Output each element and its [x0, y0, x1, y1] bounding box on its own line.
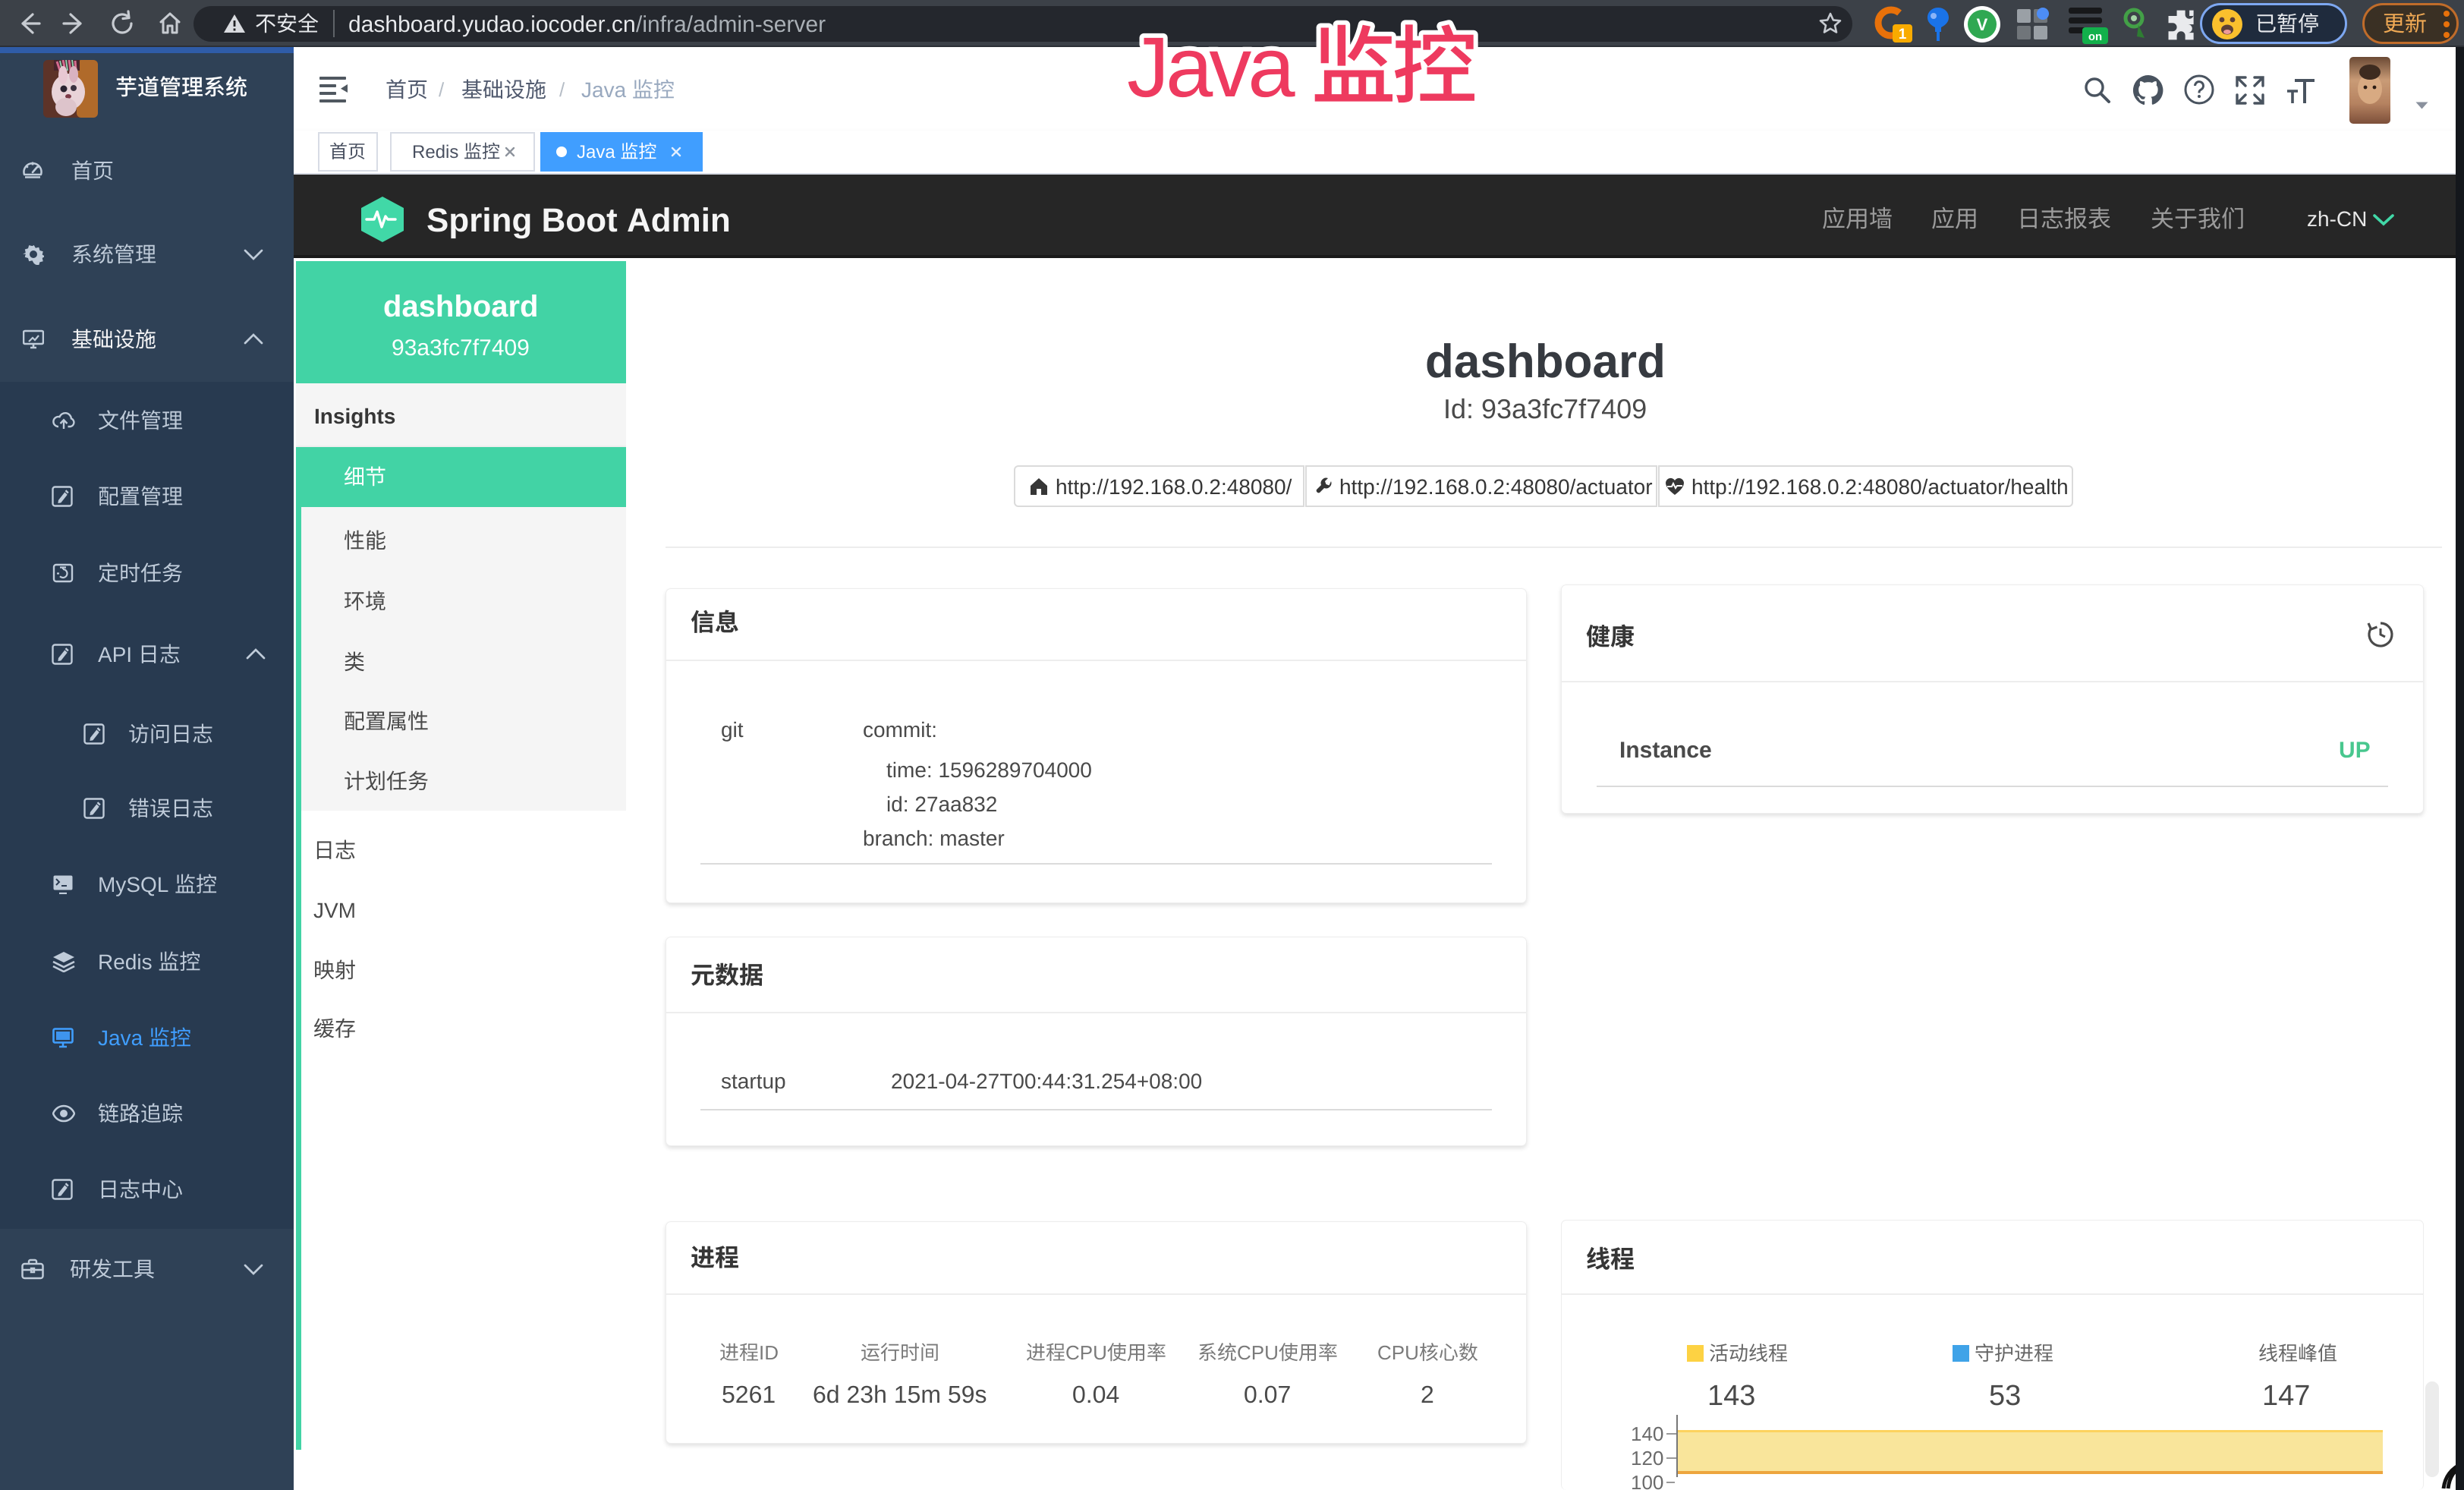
svg-text:V: V [1977, 15, 1988, 34]
svg-text:on: on [2088, 30, 2102, 43]
svg-text:1: 1 [1899, 27, 1907, 43]
